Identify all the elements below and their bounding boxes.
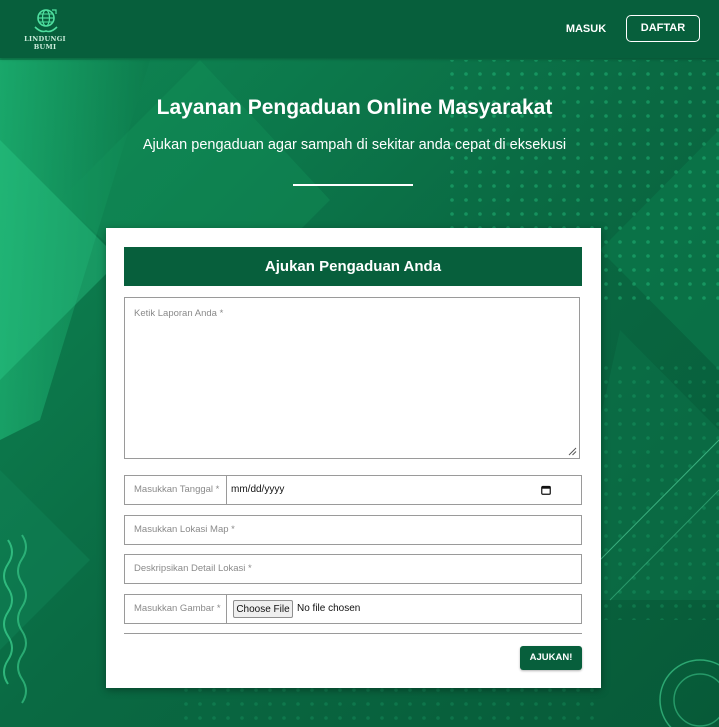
location-detail-input[interactable]: Deskripsikan Detail Lokasi * (124, 554, 582, 584)
resize-handle-icon[interactable] (567, 446, 577, 456)
field-separator (226, 595, 227, 623)
location-map-placeholder: Masukkan Lokasi Map * (134, 524, 235, 535)
field-separator (226, 476, 227, 504)
report-placeholder: Ketik Laporan Anda * (134, 308, 224, 319)
complaint-form-card: Ajukan Pengaduan Anda Ketik Laporan Anda… (106, 228, 601, 688)
date-field: Masukkan Tanggal * mm/dd/yyyy (124, 475, 582, 505)
date-input[interactable]: mm/dd/yyyy (231, 476, 284, 504)
location-detail-placeholder: Deskripsikan Detail Lokasi * (134, 563, 252, 574)
report-textarea[interactable]: Ketik Laporan Anda * (124, 297, 580, 459)
page-subtitle: Ajukan pengaduan agar sampah di sekitar … (142, 137, 567, 153)
form-header: Ajukan Pengaduan Anda (124, 247, 582, 286)
globe-hands-icon (34, 9, 58, 33)
choose-file-button[interactable]: Choose File (233, 600, 293, 618)
brand-logo[interactable]: LINDUNGI BUMI (12, 7, 78, 51)
file-status-text: No file chosen (297, 603, 361, 614)
location-map-input[interactable]: Masukkan Lokasi Map * (124, 515, 582, 545)
page-title: Layanan Pengaduan Online Masyarakat (156, 96, 553, 119)
login-link[interactable]: MASUK (556, 14, 616, 44)
title-divider (293, 184, 413, 186)
image-label: Masukkan Gambar * (134, 603, 221, 614)
top-navbar: LINDUNGI BUMI MASUK DAFTAR (0, 0, 719, 58)
register-button[interactable]: DAFTAR (626, 15, 700, 42)
image-upload-field: Masukkan Gambar * Choose File No file ch… (124, 594, 582, 624)
form-divider (124, 633, 582, 634)
calendar-icon[interactable] (541, 485, 551, 495)
brand-name: LINDUNGI BUMI (24, 35, 66, 51)
date-label: Masukkan Tanggal * (134, 484, 220, 495)
submit-button[interactable]: AJUKAN! (520, 646, 582, 670)
